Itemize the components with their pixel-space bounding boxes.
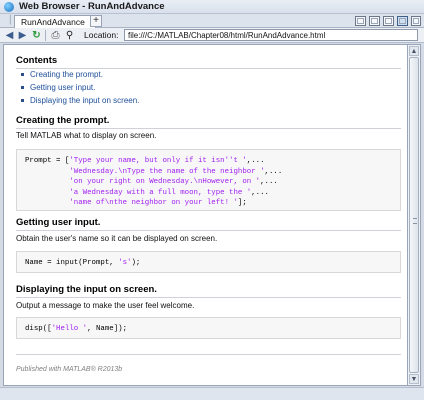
forward-icon[interactable]: ▶ (17, 30, 28, 41)
layout-tile-icon[interactable] (355, 16, 366, 26)
code-line: 'a Wednesday with a full moon, type the … (69, 188, 269, 197)
scroll-up-icon[interactable]: ▲ (409, 46, 419, 56)
navigation-toolbar: ◀ ▶ ↻ ⎙ ⚲ Location: (0, 28, 424, 43)
section-description: Output a message to make the user feel w… (16, 301, 195, 310)
print-icon[interactable]: ⎙ (50, 30, 61, 41)
contents-divider (16, 68, 401, 69)
find-icon[interactable]: ⚲ (64, 30, 75, 41)
code-line: 'name of\nthe neighbor on your left! ']; (69, 199, 247, 208)
code-line: disp(['Hello ', Name]); (25, 325, 128, 333)
section-description: Obtain the user's name so it can be disp… (16, 234, 218, 243)
scroll-down-icon[interactable]: ▼ (409, 374, 419, 384)
bullet-icon (21, 86, 24, 89)
page-content: Contents Creating the prompt. Getting us… (3, 44, 408, 386)
bullet-icon (21, 99, 24, 102)
new-tab-button[interactable]: + (90, 15, 102, 27)
toolbar-separator (45, 30, 46, 41)
layout-grid-icon[interactable] (369, 16, 380, 26)
published-footer: Published with MATLAB® R2013b (16, 366, 123, 373)
code-block: disp(['Hello ', Name]); (16, 317, 401, 339)
toc-link-label[interactable]: Displaying the input on screen. (30, 96, 139, 105)
footer-divider (16, 354, 401, 355)
code-block: Name = input(Prompt, 's'); (16, 251, 401, 273)
tab-runandadvance[interactable]: RunAndAdvance (14, 15, 96, 28)
layout-float-icon[interactable] (411, 16, 421, 26)
title-bar: Web Browser - RunAndAdvance (0, 0, 424, 14)
back-icon[interactable]: ◀ (4, 30, 15, 41)
code-line: 'Wednesday.\nType the name of the neighb… (69, 167, 283, 176)
code-line: Prompt = ['Type your name, but only if i… (25, 157, 265, 165)
scrollbar-thumb[interactable] (409, 57, 419, 373)
bullet-icon (21, 73, 24, 76)
status-bar (0, 387, 424, 400)
section-heading: Creating the prompt. (16, 115, 110, 126)
section-divider (16, 128, 401, 129)
grip-icon (413, 218, 417, 224)
vertical-scrollbar[interactable]: ▲ ▼ (408, 44, 421, 386)
contents-heading: Contents (16, 55, 58, 66)
section-description: Tell MATLAB what to display on screen. (16, 131, 157, 140)
browser-globe-icon (4, 2, 14, 12)
location-label: Location: (84, 30, 119, 40)
code-line: 'on your right on Wednesday.\nHowever, o… (69, 178, 278, 187)
section-heading: Displaying the input on screen. (16, 284, 157, 295)
window-title: Web Browser - RunAndAdvance (19, 1, 165, 12)
layout-split-icon[interactable] (383, 16, 394, 26)
refresh-icon[interactable]: ↻ (31, 30, 42, 41)
code-line: Name = input(Prompt, 's'); (25, 259, 141, 267)
toc-link-label[interactable]: Getting user input. (30, 83, 95, 92)
location-input[interactable] (124, 29, 418, 41)
tab-label: RunAndAdvance (21, 17, 85, 27)
toc-link-label[interactable]: Creating the prompt. (30, 70, 103, 79)
section-heading: Getting user input. (16, 217, 101, 228)
code-block: Prompt = ['Type your name, but only if i… (16, 149, 401, 211)
section-divider (16, 230, 401, 231)
layout-single-icon[interactable] (397, 16, 408, 26)
section-divider (16, 297, 401, 298)
